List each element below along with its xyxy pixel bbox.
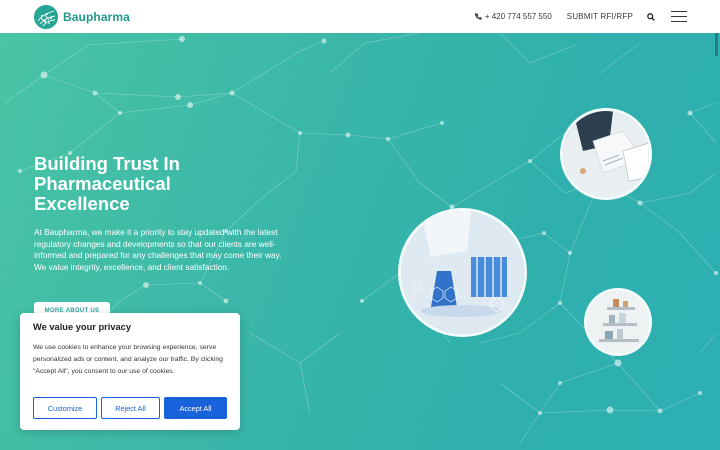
phone-link[interactable]: + 420 774 557 550 (474, 12, 552, 21)
customize-button[interactable]: Customize (33, 397, 97, 419)
logo-text: Baupharma (63, 9, 130, 24)
search-button[interactable] (647, 12, 657, 22)
logo-link[interactable]: Baupharma (34, 0, 130, 33)
reject-all-button[interactable]: Reject All (101, 397, 160, 419)
accept-all-button[interactable]: Accept All (164, 397, 227, 419)
logo-icon (34, 4, 58, 29)
phone-number: + 420 774 557 550 (484, 12, 552, 21)
cookie-title: We value your privacy (33, 322, 132, 332)
headline-line-2: Pharmaceutical (34, 173, 171, 194)
hero-photo-shelf (587, 291, 649, 353)
headline-line-1: Building Trust In (34, 153, 180, 174)
hero-headline: Building Trust In Pharmaceutical Excelle… (34, 154, 334, 214)
phone-icon (474, 13, 482, 20)
hero-photo-lab (401, 211, 524, 334)
cookie-consent-dialog: We value your privacy We use cookies to … (20, 313, 240, 430)
hero-photo-documents (563, 111, 649, 197)
submit-rfp-link[interactable]: SUBMIT RFI/RFP (567, 12, 633, 21)
hero-description: At Baupharma, we make it a priority to s… (34, 227, 282, 272)
header-nav: + 420 774 557 550 SUBMIT RFI/RFP (474, 0, 720, 33)
scrollbar-thumb[interactable] (715, 33, 718, 56)
cookie-text: We use cookies to enhance your browsing … (33, 344, 223, 375)
hamburger-menu-icon[interactable] (671, 11, 687, 22)
site-header: Baupharma + 420 774 557 550 SUBMIT RFI/R… (0, 0, 720, 33)
headline-line-3: Excellence (34, 193, 130, 214)
search-icon (647, 12, 655, 21)
